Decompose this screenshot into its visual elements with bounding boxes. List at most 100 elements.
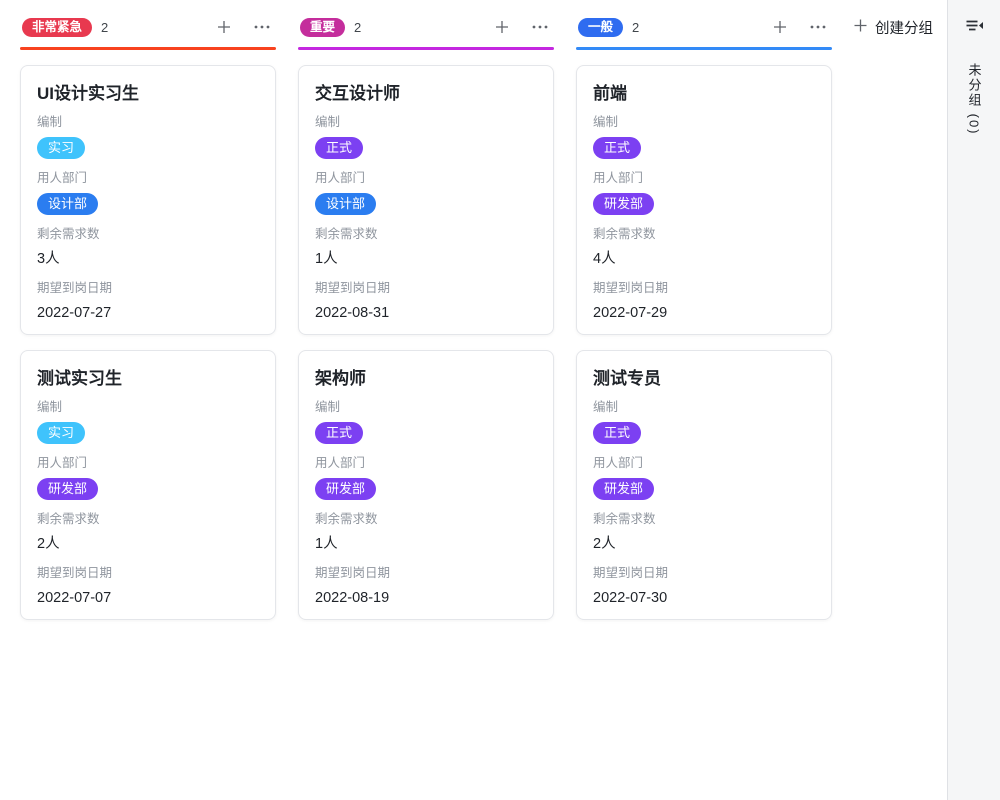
record-card[interactable]: 架构师 编制正式用人部门研发部剩余需求数 1人期望到岗日期 2022-08-19 [298, 350, 554, 620]
add-record-button[interactable] [492, 17, 512, 37]
add-record-button[interactable] [770, 17, 790, 37]
field-value: 2022-07-27 [37, 303, 259, 323]
field-tag-row: 正式 [315, 137, 537, 159]
card-title: 前端 [593, 82, 815, 106]
group-header: 一般 2 [576, 14, 832, 40]
kanban-board: 非常紧急 2 UI设计实习生 编制实习用人部门设计部剩余需求数3人期望到岗日期2… [0, 0, 1000, 800]
option-tag: 实习 [37, 137, 85, 159]
field-tag-row: 研发部 [593, 193, 815, 215]
collapse-groups-button[interactable] [963, 16, 986, 39]
field-tag-row: 设计部 [37, 193, 259, 215]
hidden-groups-rail: 未分组 (0) [947, 0, 1000, 800]
more-options-button[interactable] [530, 17, 550, 37]
field-tag-row: 正式 [315, 422, 537, 444]
field-value: 2人 [593, 534, 815, 554]
create-group-button[interactable]: 创建分组 [853, 17, 933, 38]
field-label: 期望到岗日期 [593, 280, 815, 297]
group-color-underline [20, 47, 276, 50]
option-tag: 正式 [593, 422, 641, 444]
field-label: 编制 [315, 114, 537, 131]
field-label: 编制 [315, 399, 537, 416]
field-label: 剩余需求数 [593, 511, 815, 528]
option-tag: 设计部 [37, 193, 98, 215]
field-label: 期望到岗日期 [315, 565, 537, 582]
record-card[interactable]: UI设计实习生 编制实习用人部门设计部剩余需求数3人期望到岗日期2022-07-… [20, 65, 276, 335]
field-label: 编制 [37, 114, 259, 131]
group-count: 2 [632, 20, 639, 35]
card-list: 前端 编制正式用人部门研发部剩余需求数4人期望到岗日期2022-07-29 测试… [576, 65, 832, 620]
card-fields: 编制正式用人部门设计部剩余需求数1人期望到岗日期2022-08-31 [315, 114, 537, 323]
option-tag: 正式 [315, 422, 363, 444]
field-tag-row: 研发部 [37, 478, 259, 500]
card-fields: 编制实习用人部门设计部剩余需求数3人期望到岗日期2022-07-27 [37, 114, 259, 323]
field-label: 编制 [593, 399, 815, 416]
group-count: 2 [354, 20, 361, 35]
option-tag: 研发部 [315, 478, 376, 500]
field-value: 2022-07-30 [593, 588, 815, 608]
field-value: 2022-08-31 [315, 303, 537, 323]
field-tag-row: 正式 [593, 422, 815, 444]
field-label: 用人部门 [37, 455, 259, 472]
field-tag-row: 设计部 [315, 193, 537, 215]
add-record-button[interactable] [214, 17, 234, 37]
group-badge: 非常紧急 [22, 18, 92, 37]
group-color-underline [298, 47, 554, 50]
field-label: 剩余需求数 [37, 226, 259, 243]
card-fields: 编制实习用人部门研发部剩余需求数2人期望到岗日期2022-07-07 [37, 399, 259, 608]
field-tag-row: 研发部 [315, 478, 537, 500]
card-fields: 编制正式用人部门研发部剩余需求数 1人期望到岗日期 2022-08-19 [315, 399, 537, 608]
option-tag: 设计部 [315, 193, 376, 215]
field-label: 剩余需求数 [315, 511, 537, 528]
card-title: 测试实习生 [37, 367, 259, 391]
kanban-group: 重要 2 交互设计师 编制正式用人部门设计部剩余需求数1人期望到岗日期2022-… [298, 14, 554, 620]
card-title: 测试专员 [593, 367, 815, 391]
option-tag: 正式 [315, 137, 363, 159]
card-title: UI设计实习生 [37, 82, 259, 106]
record-card[interactable]: 交互设计师 编制正式用人部门设计部剩余需求数1人期望到岗日期2022-08-31 [298, 65, 554, 335]
option-tag: 正式 [593, 137, 641, 159]
field-label: 用人部门 [315, 170, 537, 187]
record-card[interactable]: 测试实习生 编制实习用人部门研发部剩余需求数2人期望到岗日期2022-07-07 [20, 350, 276, 620]
field-label: 期望到岗日期 [37, 280, 259, 297]
record-card[interactable]: 前端 编制正式用人部门研发部剩余需求数4人期望到岗日期2022-07-29 [576, 65, 832, 335]
group-badge: 重要 [300, 18, 345, 37]
group-count: 2 [101, 20, 108, 35]
hidden-group-label[interactable]: 未分组 (0) [965, 63, 984, 136]
card-list: UI设计实习生 编制实习用人部门 设计部剩余需求数 3人期望到岗日期 2022-07-… [20, 65, 276, 620]
field-label: 剩余需求数 [315, 226, 537, 243]
field-label: 用人部门 [593, 455, 815, 472]
columns: 非常紧急 2 UI设计实习生 编制实习用人部门设计部剩余需求数3人期望到岗日期2… [20, 14, 832, 620]
field-value: 2022-07-29 [593, 303, 815, 323]
option-tag: 研发部 [593, 478, 654, 500]
field-label: 剩余需求数 [37, 511, 259, 528]
group-color-underline [576, 47, 832, 50]
option-tag: 实习 [37, 422, 85, 444]
plus-icon [853, 18, 868, 37]
field-label: 期望到岗日期 [315, 280, 537, 297]
card-title: 架构师 [315, 367, 537, 391]
card-list: 交互设计师 编制正式用人部门设计部剩余需求数1人期望到岗日期2022-08-31… [298, 65, 554, 620]
group-header: 非常紧急 2 [20, 14, 276, 40]
field-tag-row: 实习 [37, 422, 259, 444]
create-group-label: 创建分组 [875, 17, 933, 38]
field-label: 用人部门 [315, 455, 537, 472]
record-card[interactable]: 测试专员 编制正式用人部门研发部剩余需求数 2人期望到岗日期 2022-07-30 [576, 350, 832, 620]
field-value: 3人 [37, 249, 259, 269]
field-label: 期望到岗日期 [593, 565, 815, 582]
field-label: 编制 [593, 114, 815, 131]
option-tag: 研发部 [37, 478, 98, 500]
card-title: 交互设计师 [315, 82, 537, 106]
kanban-group: 一般 2 前端 编制正式用人部门研发部剩余需求数4人期望到岗日期2022-07-… [576, 14, 832, 620]
group-badge: 一般 [578, 18, 623, 37]
field-value: 4人 [593, 249, 815, 269]
field-value: 2022-08-19 [315, 588, 537, 608]
field-value: 2022-07-07 [37, 588, 259, 608]
card-fields: 编制正式用人部门研发部剩余需求数4人期望到岗日期2022-07-29 [593, 114, 815, 323]
field-tag-row: 正式 [593, 137, 815, 159]
field-value: 1人 [315, 534, 537, 554]
more-options-button[interactable] [808, 17, 828, 37]
group-header: 重要 2 [298, 14, 554, 40]
kanban-group: 非常紧急 2 UI设计实习生 编制实习用人部门 设计部剩余需求数 3人期望到岗日期 2… [20, 14, 276, 620]
more-options-button[interactable] [252, 17, 272, 37]
group-list-collapse-icon [965, 22, 984, 37]
